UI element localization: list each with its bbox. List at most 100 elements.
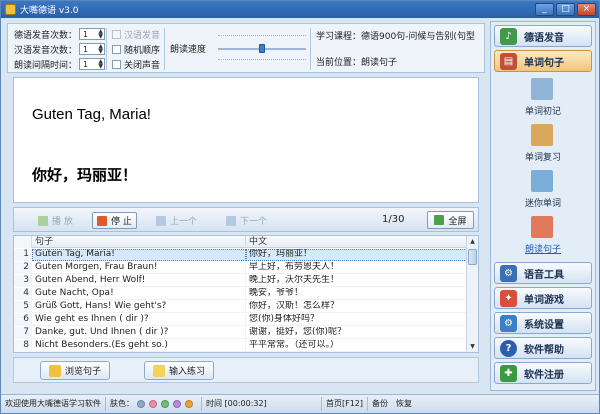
column-header[interactable]: 中文: [246, 236, 467, 248]
row-german[interactable]: Guten Abend, Herr Wolf!: [32, 275, 246, 287]
fullscreen-button[interactable]: 全屏: [427, 211, 474, 229]
nav-system-settings[interactable]: ⚙ 系统设置: [494, 312, 592, 334]
register-icon: ✚: [500, 364, 517, 382]
minimize-button[interactable]: _: [535, 3, 554, 16]
settings-panel: 德语发音次数： 1 ▲ ▼ 汉语发音次数： 1 ▲ ▼ 朗读间隔时间： 1 ▲ ▼ 汉语发音…: [7, 23, 485, 73]
row-number: 8: [14, 340, 32, 352]
mini-word-icon[interactable]: [531, 170, 553, 192]
scroll-up-icon[interactable]: ▲: [467, 236, 478, 247]
table-row[interactable]: 3 Guten Abend, Herr Wolf! 晚上好，沃尔夫先生！: [14, 275, 467, 287]
nav-software-help[interactable]: ? 软件帮助: [494, 337, 592, 359]
table-row[interactable]: 4 Gute Nacht, Opa! 晚安，爷爷！: [14, 288, 467, 300]
first-page-link[interactable]: 首页[F12]: [322, 397, 369, 411]
word-memo-icon[interactable]: [531, 78, 553, 100]
browse-sentences-button[interactable]: 浏览句子: [40, 361, 111, 380]
scroll-thumb[interactable]: [468, 249, 477, 265]
table-scrollbar[interactable]: ▲ ▼: [466, 236, 478, 352]
stop-button[interactable]: 停 止: [92, 212, 137, 229]
speed-slider-thumb[interactable]: [259, 44, 265, 53]
row-chinese[interactable]: 早上好，布劳恩夫人！: [246, 262, 467, 274]
skin-color-swatch[interactable]: [185, 400, 193, 408]
play-button[interactable]: 播 放: [34, 212, 77, 229]
row-german[interactable]: Wie geht es Ihnen ( dir )?: [32, 314, 246, 326]
stop-icon: [97, 215, 107, 226]
practice-label: 输入练习: [169, 367, 206, 377]
nav-word-games[interactable]: ✦ 单词游戏: [494, 287, 592, 309]
skin-color-swatch[interactable]: [161, 400, 169, 408]
table-row[interactable]: 1 Guten Tag, Maria! 你好，玛丽亚！: [14, 249, 467, 261]
zh-count-spinner[interactable]: 1 ▲ ▼: [79, 43, 106, 55]
row-german[interactable]: Grüß Gott, Hans! Wie geht's?: [32, 301, 246, 313]
next-button[interactable]: 下一个: [222, 212, 271, 229]
interval-spinner[interactable]: 1 ▲ ▼: [79, 58, 106, 70]
input-practice-button[interactable]: 输入练习: [144, 361, 215, 380]
skin-color-swatch[interactable]: [137, 400, 145, 408]
checkbox-box[interactable]: [112, 44, 121, 54]
restore-link[interactable]: 恢复: [392, 397, 416, 411]
mute-label: 关闭声音: [124, 60, 161, 71]
maximize-button[interactable]: □: [556, 3, 575, 16]
divider: [310, 28, 311, 70]
scroll-down-icon[interactable]: ▼: [467, 341, 478, 352]
sentence-table: 句子 中文 1 Guten Tag, Maria! 你好，玛丽亚！ 2 Guten M…: [13, 235, 479, 353]
row-german[interactable]: Guten Tag, Maria!: [32, 249, 246, 261]
column-header[interactable]: 句子: [32, 236, 246, 248]
spinner-arrows-icon[interactable]: ▲ ▼: [98, 44, 103, 55]
table-row[interactable]: 2 Guten Morgen, Frau Braun! 早上好，布劳恩夫人！: [14, 262, 467, 274]
mute-checkbox[interactable]: 关闭声音: [112, 57, 160, 71]
nav-sub-mini-word[interactable]: 迷你单词: [494, 196, 592, 209]
zh-count-label: 汉语发音次数：: [14, 45, 78, 56]
de-count-spinner[interactable]: 1 ▲ ▼: [79, 28, 106, 40]
checkbox-box[interactable]: [112, 29, 121, 39]
next-label: 下一个: [240, 217, 268, 227]
skin-color-swatch[interactable]: [173, 400, 181, 408]
nav-software-register[interactable]: ✚ 软件注册: [494, 362, 592, 384]
position-label: 当前位置：朗读句子: [316, 57, 398, 68]
divider: [164, 28, 165, 70]
table-row[interactable]: 5 Grüß Gott, Hans! Wie geht's? 你好，汉斯！怎么样？: [14, 301, 467, 313]
backup-link[interactable]: 备份: [368, 397, 392, 411]
row-chinese[interactable]: 晚上好，沃尔夫先生！: [246, 275, 467, 287]
close-button[interactable]: ×: [577, 3, 596, 16]
skin-color-swatch[interactable]: [149, 400, 157, 408]
word-review-icon[interactable]: [531, 124, 553, 146]
slider-tick-row: [218, 59, 306, 60]
row-chinese[interactable]: 晚安，爷爷！: [246, 288, 467, 300]
row-german[interactable]: Guten Morgen, Frau Braun!: [32, 262, 246, 274]
random-order-checkbox[interactable]: 随机顺序: [112, 42, 160, 56]
table-row[interactable]: 8 Nicht Besonders.(Es geht so.) 平平常常。（还可以。…: [14, 340, 467, 352]
row-number: 7: [14, 327, 32, 339]
nav-german-voice[interactable]: ♪ 德语发音: [494, 25, 592, 47]
nav-sub-word-memo[interactable]: 单词初记: [494, 104, 592, 117]
playback-toolbar: 播 放 停 止 上一个 下一个 1/30 全屏: [13, 207, 479, 232]
row-german[interactable]: Nicht Besonders.(Es geht so.): [32, 340, 246, 352]
nav-sub-word-review[interactable]: 单词复习: [494, 150, 592, 163]
spinner-arrows-icon[interactable]: ▲ ▼: [98, 29, 103, 40]
table-row[interactable]: 7 Danke, gut. Und Ihnen ( dir )? 谢谢，挺好，您(你…: [14, 327, 467, 339]
spinner-arrows-icon[interactable]: ▲ ▼: [98, 59, 103, 70]
play-icon: [38, 215, 48, 226]
random-order-label: 随机顺序: [124, 45, 161, 56]
row-chinese[interactable]: 你好，汉斯！怎么样？: [246, 301, 467, 313]
table-row[interactable]: 6 Wie geht es Ihnen ( dir )? 您(你)身体好吗？: [14, 314, 467, 326]
nav-label: 软件帮助: [524, 344, 564, 356]
bottom-toolbar: 浏览句子 输入练习: [13, 357, 479, 383]
nav-sub-read-sentences[interactable]: 朗读句子: [494, 242, 592, 255]
row-german[interactable]: Danke, gut. Und Ihnen ( dir )?: [32, 327, 246, 339]
row-chinese[interactable]: 谢谢，挺好，您(你)呢？: [246, 327, 467, 339]
row-chinese[interactable]: 平平常常。（还可以。）: [246, 340, 467, 352]
divider: [106, 28, 107, 70]
checkbox-box[interactable]: [112, 59, 121, 69]
window-title: 大嘴德语 v3.0: [20, 6, 79, 16]
zh-voice-checkbox[interactable]: 汉语发音: [112, 27, 160, 41]
nav-label: 系统设置: [524, 319, 564, 331]
prev-button[interactable]: 上一个: [152, 212, 201, 229]
nav-voice-tools[interactable]: ⚙ 语音工具: [494, 262, 592, 284]
nav-word-sentences[interactable]: ▤ 单词句子: [494, 50, 592, 72]
read-sentence-icon[interactable]: [531, 216, 553, 238]
row-number: 2: [14, 262, 32, 274]
chinese-translation: 你好，玛丽亚！: [32, 166, 138, 184]
row-chinese[interactable]: 你好，玛丽亚！: [246, 249, 467, 261]
row-chinese[interactable]: 您(你)身体好吗？: [246, 314, 467, 326]
row-german[interactable]: Gute Nacht, Opa!: [32, 288, 246, 300]
